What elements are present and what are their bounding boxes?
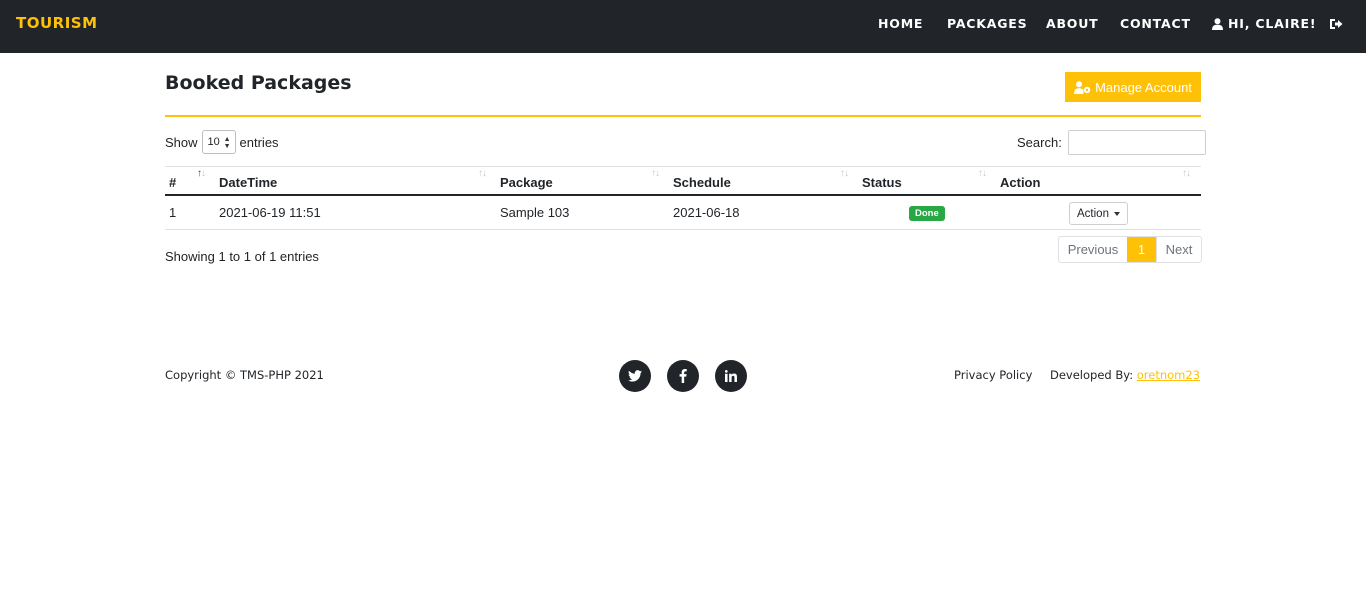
cell-schedule: 2021-06-18 <box>673 205 740 220</box>
manage-account-button[interactable]: Manage Account <box>1065 72 1201 102</box>
title-divider <box>165 115 1201 117</box>
table-row: 1 2021-06-19 11:51 Sample 103 2021-06-18… <box>165 196 1201 230</box>
page-length-control: Show 10 ▲ ▼ entries <box>165 130 279 154</box>
privacy-policy-link[interactable]: Privacy Policy <box>954 368 1032 382</box>
show-label: Show <box>165 134 198 150</box>
column-header-status[interactable]: Status <box>862 175 902 190</box>
action-dropdown-button[interactable]: Action <box>1069 202 1128 225</box>
page-length-value: 10 <box>207 136 220 148</box>
pagination-next[interactable]: Next <box>1156 237 1201 262</box>
developer-link[interactable]: oretnom23 <box>1137 368 1200 382</box>
pagination: Previous 1 Next <box>1058 236 1202 263</box>
navbar: TOURISM HOME PACKAGES ABOUT CONTACT HI, … <box>0 0 1366 53</box>
column-header-schedule[interactable]: Schedule <box>673 175 731 190</box>
column-header-action[interactable]: Action <box>1000 175 1040 190</box>
twitter-link[interactable] <box>619 360 651 392</box>
select-caret-icon: ▲ ▼ <box>223 136 231 150</box>
bookings-table: # ↑↓ DateTime ↑↓ Package ↑↓ Schedule ↑↓ … <box>165 166 1201 230</box>
pagination-previous[interactable]: Previous <box>1059 237 1127 262</box>
nav-contact[interactable]: CONTACT <box>1120 16 1191 31</box>
developer-credit: Developed By: oretnom23 <box>1050 368 1200 382</box>
sort-icon[interactable]: ↑↓ <box>978 168 987 179</box>
copyright-text: Copyright © TMS-PHP 2021 <box>165 368 324 382</box>
sort-icon[interactable]: ↑↓ <box>651 168 660 179</box>
logout-icon[interactable] <box>1329 17 1343 31</box>
search-label: Search: <box>1017 135 1062 150</box>
brand-logo[interactable]: TOURISM <box>16 14 98 32</box>
user-greeting: HI, CLAIRE! <box>1228 16 1317 31</box>
column-header-datetime[interactable]: DateTime <box>219 175 277 190</box>
sort-icon[interactable]: ↑↓ <box>197 168 206 179</box>
column-header-package[interactable]: Package <box>500 175 553 190</box>
nav-home[interactable]: HOME <box>878 16 923 31</box>
page-length-select[interactable]: 10 ▲ ▼ <box>201 130 236 154</box>
entries-label: entries <box>239 134 279 150</box>
twitter-icon <box>628 370 642 382</box>
user-icon <box>1212 17 1223 30</box>
table-info: Showing 1 to 1 of 1 entries <box>165 249 319 264</box>
search-input[interactable] <box>1067 130 1206 155</box>
nav-user-menu[interactable]: HI, CLAIRE! <box>1212 16 1316 31</box>
linkedin-icon <box>725 370 737 382</box>
sort-icon[interactable]: ↑↓ <box>840 168 849 179</box>
linkedin-link[interactable] <box>715 360 747 392</box>
developed-by-label: Developed By: <box>1050 368 1134 382</box>
chevron-down-icon <box>1113 211 1120 216</box>
cell-num: 1 <box>169 205 177 220</box>
pagination-page-1[interactable]: 1 <box>1127 237 1156 262</box>
action-label: Action <box>1077 207 1109 220</box>
manage-account-label: Manage Account <box>1095 79 1192 95</box>
table-header: # ↑↓ DateTime ↑↓ Package ↑↓ Schedule ↑↓ … <box>165 166 1201 196</box>
nav-packages[interactable]: PACKAGES <box>947 16 1027 31</box>
sort-icon[interactable]: ↑↓ <box>1182 168 1191 179</box>
cell-datetime: 2021-06-19 11:51 <box>219 205 321 220</box>
page-title: Booked Packages <box>165 72 352 94</box>
search-control: Search: <box>1017 130 1206 155</box>
facebook-icon <box>679 369 687 383</box>
status-badge: Done <box>909 206 945 221</box>
cell-package: Sample 103 <box>500 205 570 220</box>
nav-about[interactable]: ABOUT <box>1046 16 1099 31</box>
facebook-link[interactable] <box>667 360 699 392</box>
sort-icon[interactable]: ↑↓ <box>478 168 487 179</box>
column-header-num[interactable]: # <box>169 175 176 190</box>
user-cog-icon <box>1074 80 1091 94</box>
